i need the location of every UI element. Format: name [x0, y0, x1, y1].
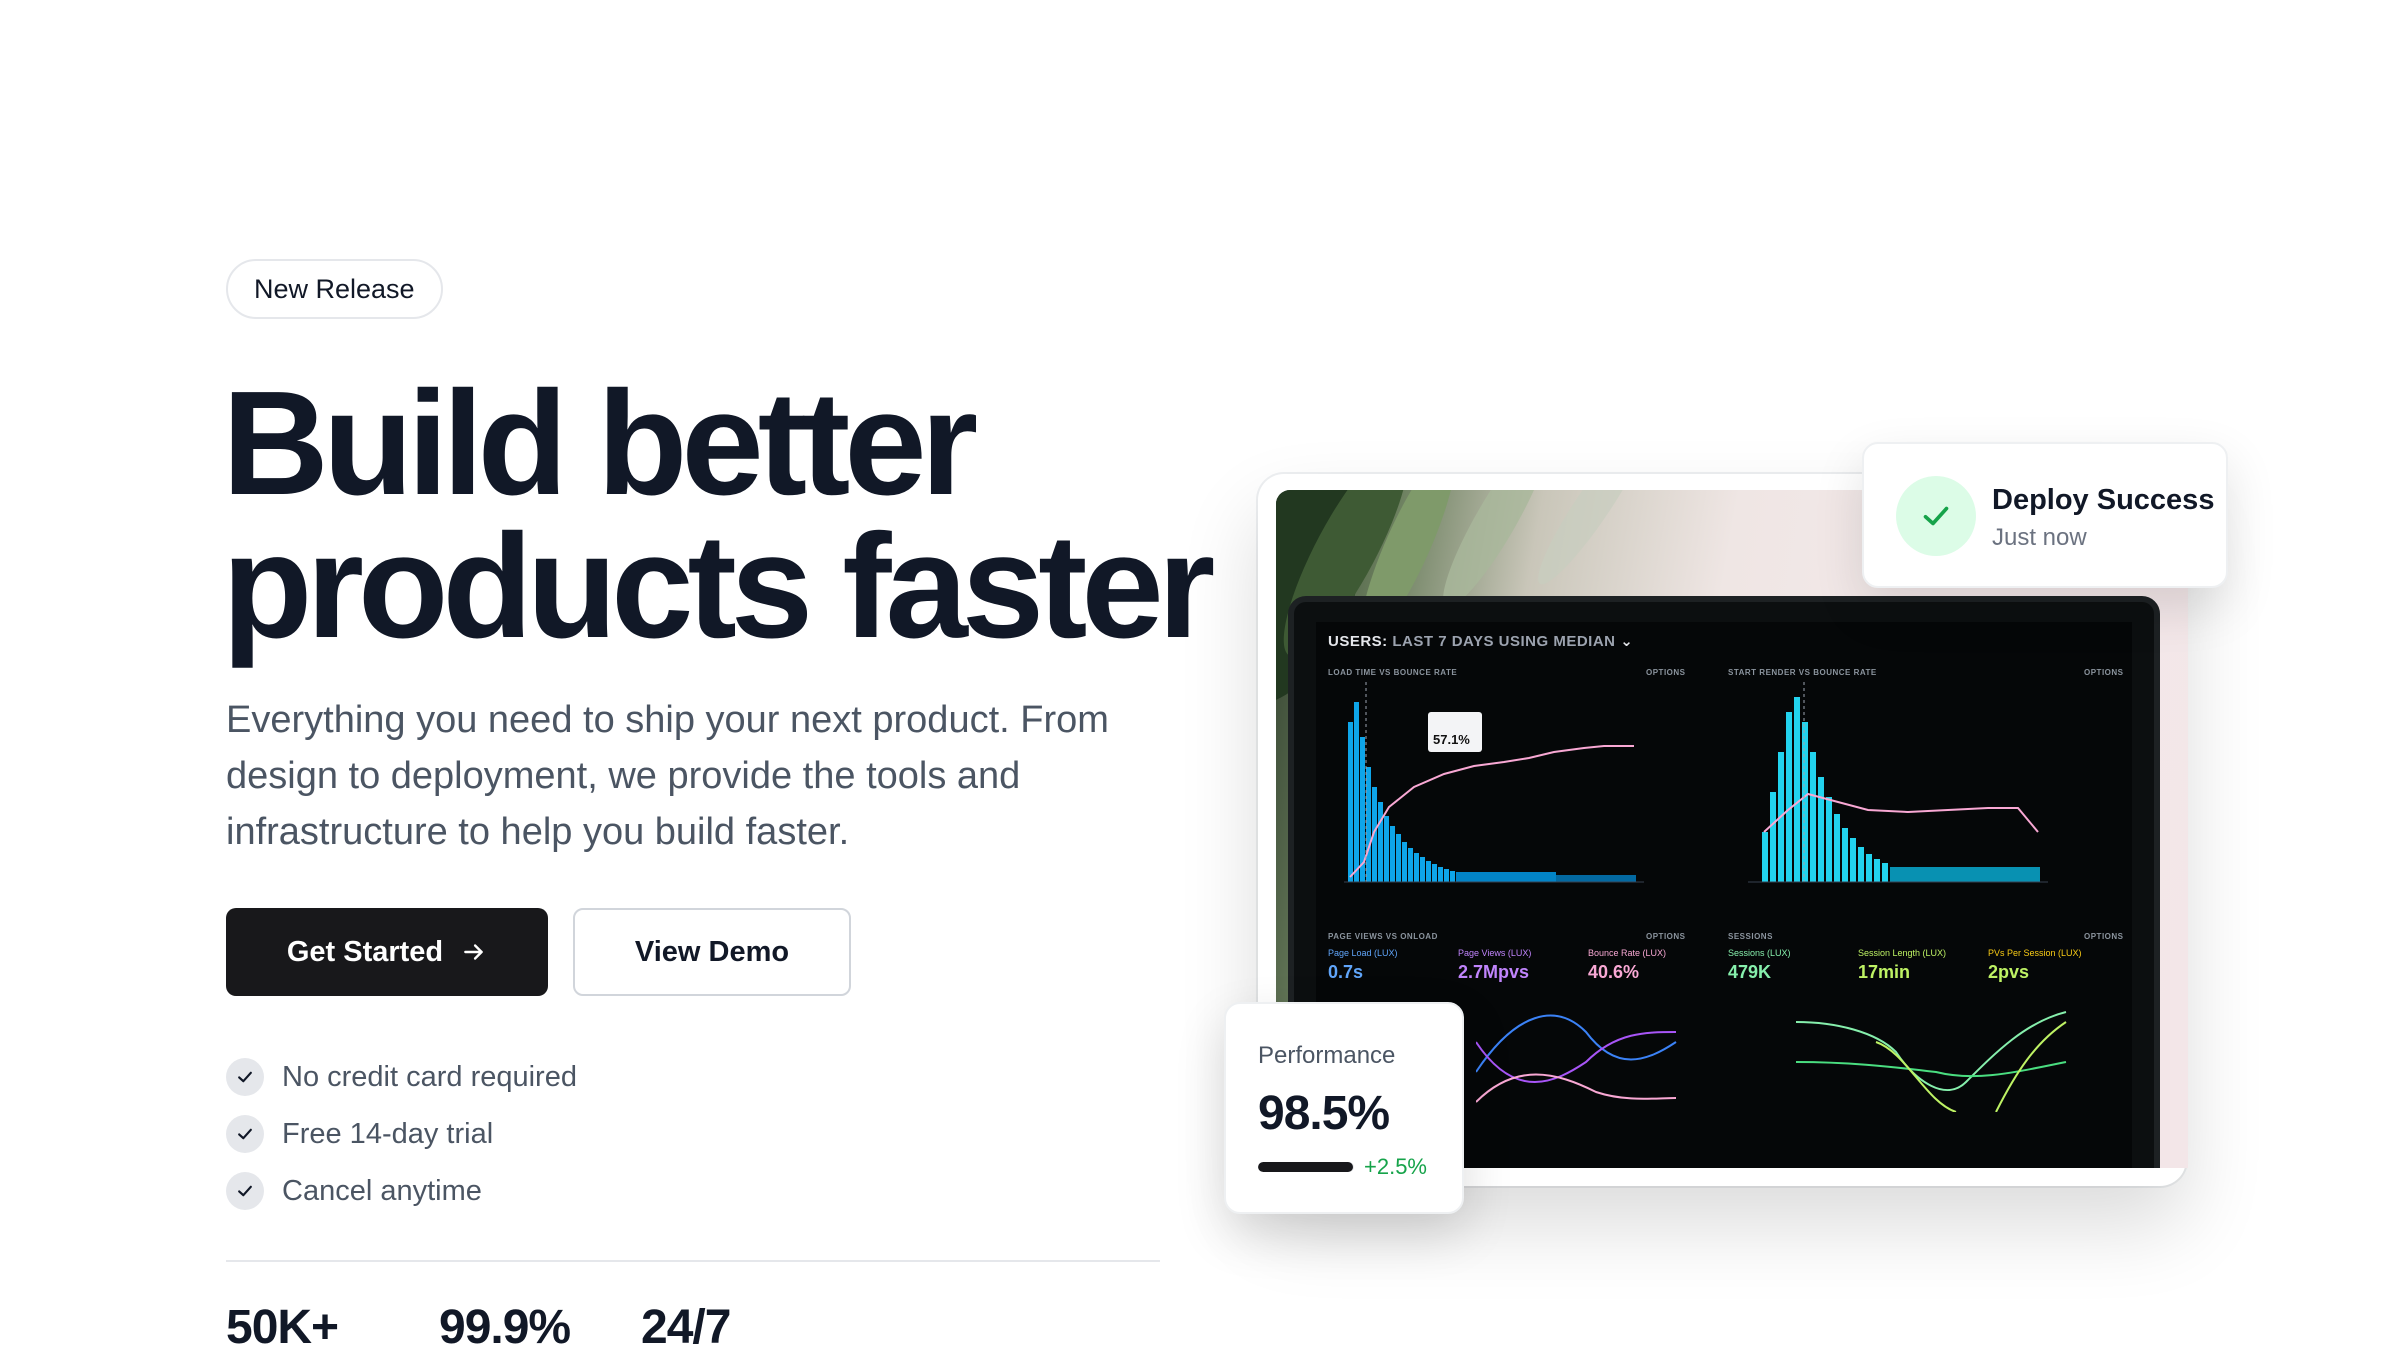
kpi-label: Bounce Rate (LUX)	[1588, 948, 1667, 958]
chevron-down-icon: ⌄	[1620, 633, 1634, 650]
check-circle-icon	[1896, 476, 1976, 556]
check-icon	[226, 1115, 264, 1153]
start-render-chart	[1748, 682, 2048, 883]
checklist-text: Free 14-day trial	[282, 1117, 494, 1150]
options-link[interactable]: OPTIONS	[2084, 668, 2124, 677]
performance-card: Performance 98.5% +2.5%	[1224, 1002, 1464, 1214]
panel-title-start-render: START RENDER VS BOUNCE RATE	[1728, 668, 1877, 677]
performance-delta: +2.5%	[1364, 1154, 1427, 1179]
check-icon	[226, 1058, 264, 1096]
get-started-label: Get Started	[286, 935, 444, 968]
load-time-chart	[1344, 682, 1644, 883]
feature-checklist: No credit card required Free 14-day tria…	[226, 1058, 577, 1229]
get-started-button[interactable]: Get Started	[226, 908, 548, 996]
kpi-label: Page Views (LUX)	[1458, 948, 1532, 958]
stat-support: 24/7	[641, 1301, 731, 1350]
plant-leaf	[1525, 490, 1661, 594]
badge-label: New Release	[254, 273, 415, 304]
checklist-item: Cancel anytime	[226, 1172, 577, 1210]
performance-label: Performance	[1258, 1042, 1396, 1069]
stat-users: 50K+	[226, 1301, 339, 1350]
hero-subtitle: Everything you need to ship your next pr…	[226, 699, 1109, 853]
checklist-item: Free 14-day trial	[226, 1115, 577, 1153]
kpi-label: PVs Per Session (LUX)	[1988, 948, 2082, 958]
view-demo-button[interactable]: View Demo	[573, 908, 851, 996]
headline-line-2: products faster	[222, 504, 1215, 669]
checklist-item: No credit card required	[226, 1058, 577, 1096]
stats-divider	[226, 1260, 1160, 1262]
tooltip-value: 57.1%	[1433, 732, 1470, 747]
options-link[interactable]: OPTIONS	[1646, 932, 1686, 941]
kpi-label: Session Length (LUX)	[1858, 948, 1947, 958]
deploy-title: Deploy Success	[1992, 484, 2215, 516]
performance-progress-fill	[1258, 1162, 1353, 1172]
kpi-value: 2pvs	[1988, 962, 2030, 982]
screen-title-rest: LAST 7 DAYS USING MEDIAN	[1392, 633, 1616, 650]
kpi-value: 40.6%	[1588, 962, 1640, 982]
load-time-bars	[1348, 702, 1636, 882]
panel-title-load-time: LOAD TIME VS BOUNCE RATE	[1328, 668, 1458, 677]
hero-headline: Build better products faster	[222, 370, 1222, 661]
panel-title-page-views: PAGE VIEWS VS ONLOAD	[1328, 932, 1438, 941]
kpi-value: 0.7s	[1328, 962, 1364, 982]
kpi-label: Page Load (LUX)	[1328, 948, 1398, 958]
arrow-right-icon	[461, 939, 487, 965]
panel-title-sessions: SESSIONS	[1728, 932, 1773, 941]
kpi-value: 479K	[1728, 962, 1772, 982]
stats-row: 50K+ 99.9% 24/7	[226, 1300, 731, 1350]
options-link[interactable]: OPTIONS	[2084, 932, 2124, 941]
kpi-value: 17min	[1858, 962, 1911, 982]
checklist-text: Cancel anytime	[282, 1174, 482, 1207]
deploy-timestamp: Just now	[1992, 524, 2087, 551]
view-demo-label: View Demo	[634, 935, 790, 968]
page-views-chart	[1476, 1014, 1677, 1103]
performance-progress-bar	[1258, 1162, 1354, 1172]
new-release-badge: New Release	[226, 259, 443, 319]
checklist-text: No credit card required	[282, 1060, 577, 1093]
screen-title: USERS: LAST 7 DAYS USING MEDIAN ⌄	[1328, 632, 1633, 650]
performance-value: 98.5%	[1258, 1087, 1390, 1140]
headline-line-1: Build better	[222, 361, 978, 526]
options-link[interactable]: OPTIONS	[1646, 668, 1686, 677]
kpi-label: Sessions (LUX)	[1728, 948, 1791, 958]
sessions-chart	[1796, 1011, 2067, 1112]
deploy-success-card: Deploy Success Just now	[1862, 442, 2228, 588]
bounce-rate-tooltip: 57.1%	[1428, 712, 1482, 752]
screen-title-bold: USERS:	[1328, 633, 1388, 650]
kpi-value: 2.7Mpvs	[1458, 962, 1530, 982]
check-icon	[226, 1172, 264, 1210]
stat-uptime: 99.9%	[439, 1301, 571, 1350]
